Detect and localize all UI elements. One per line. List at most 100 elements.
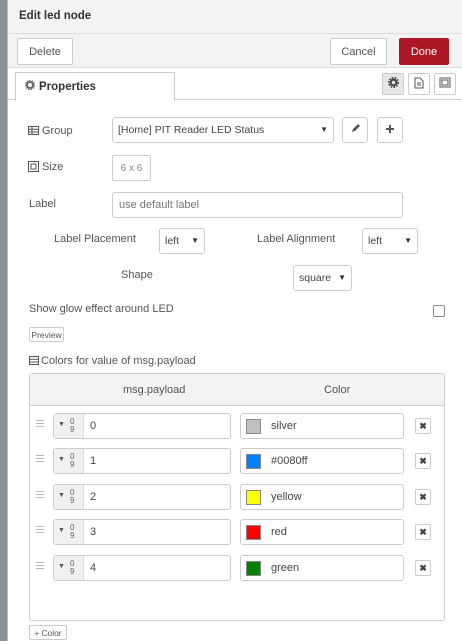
label-placement-label: Label Placement: [54, 233, 136, 245]
color-swatch[interactable]: [246, 490, 261, 505]
tab-bar: Properties: [8, 68, 462, 101]
add-color-button[interactable]: + Color: [29, 625, 67, 640]
list-item: ▼ 0 9 0 silver ✖: [30, 410, 444, 442]
drag-handle-icon[interactable]: [36, 562, 44, 570]
close-icon: ✖: [419, 526, 427, 537]
remove-row-button[interactable]: ✖: [415, 560, 431, 576]
type-select[interactable]: ▼ 0 9: [54, 449, 84, 473]
caret-down-icon: ▼: [58, 421, 65, 428]
color-swatch[interactable]: [246, 525, 261, 540]
done-button[interactable]: Done: [399, 38, 449, 65]
number-type-icon: 09: [70, 417, 75, 434]
size-button[interactable]: 6 x 6: [112, 155, 151, 181]
payload-value: 1: [90, 455, 97, 467]
cog-icon: [24, 79, 36, 93]
caret-down-icon: ▼: [58, 527, 65, 534]
file-text-icon: [414, 77, 424, 92]
glow-label: Show glow effect around LED: [29, 303, 174, 315]
color-field[interactable]: red: [240, 519, 404, 545]
colors-list-header: msg.payload Color: [30, 374, 444, 406]
table-icon: [28, 126, 39, 138]
delete-button[interactable]: Delete: [17, 38, 73, 65]
payload-value: 3: [90, 526, 97, 538]
payload-value: 2: [90, 491, 97, 503]
color-swatch[interactable]: [246, 454, 261, 469]
type-select[interactable]: ▼ 0 9: [54, 556, 84, 580]
number-type-icon: 09: [70, 452, 75, 469]
color-field[interactable]: #0080ff: [240, 448, 404, 474]
tray-header: Edit led node: [8, 0, 462, 34]
color-swatch[interactable]: [246, 561, 261, 576]
payload-value-field[interactable]: ▼ 0 9 4: [53, 555, 231, 581]
glow-checkbox[interactable]: [433, 305, 445, 317]
size-label: Size: [42, 161, 64, 173]
color-name: green: [271, 562, 300, 574]
color-name: red: [271, 526, 287, 538]
close-icon: ✖: [419, 491, 427, 502]
group-select-value: [Home] PIT Reader LED Status: [118, 124, 265, 136]
list-item: ▼ 0 9 4 green ✖: [30, 552, 444, 584]
drag-handle-icon[interactable]: [36, 420, 44, 428]
color-field[interactable]: silver: [240, 413, 404, 439]
color-name: #0080ff: [271, 455, 308, 467]
payload-value: 0: [90, 420, 97, 432]
group-select[interactable]: [Home] PIT Reader LED Status ▼: [112, 117, 334, 143]
label-alignment-select[interactable]: left ▼: [362, 228, 418, 254]
remove-row-button[interactable]: ✖: [415, 524, 431, 540]
close-icon: ✖: [419, 455, 427, 466]
appearance-icon: [439, 77, 451, 91]
type-select[interactable]: ▼ 0 9: [54, 485, 84, 509]
color-swatch[interactable]: [246, 419, 261, 434]
canvas-edge: [0, 0, 7, 641]
color-field[interactable]: yellow: [240, 484, 404, 510]
number-type-icon: 09: [70, 488, 75, 505]
list-icon: [29, 356, 39, 368]
remove-row-button[interactable]: ✖: [415, 489, 431, 505]
drag-handle-icon[interactable]: [36, 526, 44, 534]
gear-icon: [387, 76, 399, 91]
label-placement-select[interactable]: left ▼: [159, 228, 205, 254]
payload-value-field[interactable]: ▼ 0 9 0: [53, 413, 231, 439]
number-type-icon: 09: [70, 559, 75, 576]
label-placement-value: left: [165, 235, 180, 247]
add-group-button[interactable]: [377, 117, 403, 143]
chevron-down-icon: ▼: [338, 273, 346, 282]
tray-title: Edit led node: [19, 10, 92, 22]
label-alignment-value: left: [368, 235, 383, 247]
tab-description[interactable]: [408, 73, 430, 95]
drag-handle-icon[interactable]: [36, 491, 44, 499]
caret-down-icon: ▼: [58, 456, 65, 463]
shape-select[interactable]: square ▼: [293, 265, 352, 291]
edit-tray: Edit led node Delete Cancel Done Propert…: [7, 0, 462, 641]
color-name: yellow: [271, 491, 302, 503]
type-select[interactable]: ▼ 0 9: [54, 520, 84, 544]
tab-settings[interactable]: [382, 73, 404, 95]
label-alignment-label: Label Alignment: [257, 233, 336, 245]
tab-appearance[interactable]: [434, 73, 456, 95]
plus-icon: +: [34, 627, 40, 638]
close-icon: ✖: [419, 420, 427, 431]
payload-value-field[interactable]: ▼ 0 9 1: [53, 448, 231, 474]
preview-button[interactable]: Preview: [29, 327, 64, 342]
cancel-button[interactable]: Cancel: [330, 38, 387, 65]
pencil-icon: [350, 123, 361, 137]
payload-value-field[interactable]: ▼ 0 9 3: [53, 519, 231, 545]
label-label: Label: [29, 198, 56, 210]
tab-properties[interactable]: Properties: [15, 72, 175, 101]
drag-handle-icon[interactable]: [36, 455, 44, 463]
add-color-label: Color: [41, 627, 62, 638]
remove-row-button[interactable]: ✖: [415, 418, 431, 434]
number-type-icon: 09: [70, 523, 75, 540]
col-header-color: Color: [324, 384, 351, 396]
remove-row-button[interactable]: ✖: [415, 453, 431, 469]
color-field[interactable]: green: [240, 555, 404, 581]
plus-icon: [385, 123, 395, 137]
edit-group-button[interactable]: [342, 117, 368, 143]
type-select[interactable]: ▼ 0 9: [54, 414, 84, 438]
col-header-payload: msg.payload: [123, 384, 186, 396]
colors-heading: Colors for value of msg.payload: [29, 355, 196, 368]
caret-down-icon: ▼: [58, 492, 65, 499]
payload-value-field[interactable]: ▼ 0 9 2: [53, 484, 231, 510]
size-label-wrap: Size: [28, 161, 63, 175]
label-input[interactable]: [112, 192, 403, 218]
